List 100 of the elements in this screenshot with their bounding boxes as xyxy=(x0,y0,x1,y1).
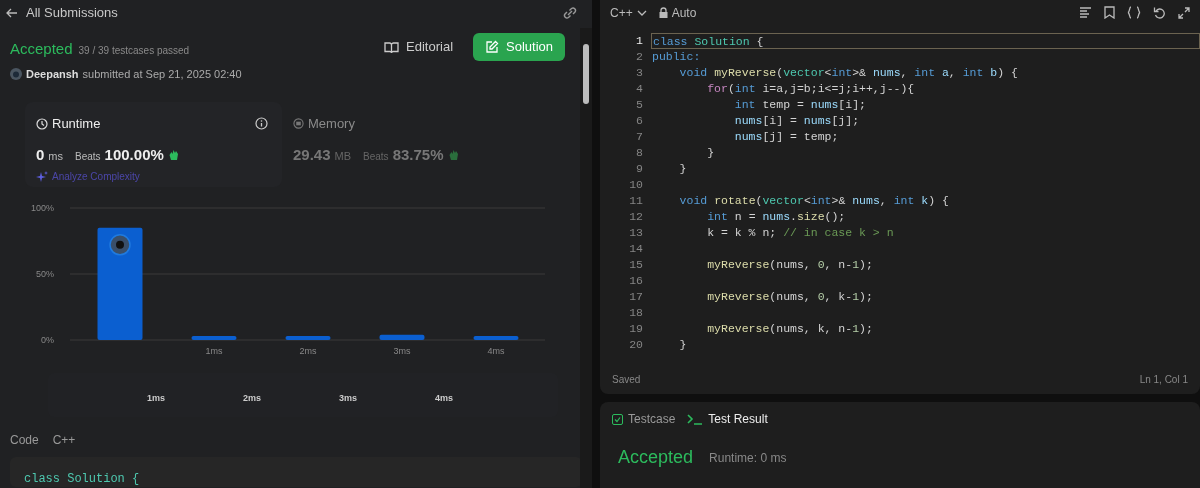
beats-percent: 83.75% xyxy=(392,144,444,165)
line-number: 12 xyxy=(628,209,644,226)
code-line: int temp = nums[i]; xyxy=(733,97,867,113)
line-number: 4 xyxy=(635,81,644,98)
line-number: 9 xyxy=(635,161,644,178)
testcases-text: 39 / 39 testcases passed xyxy=(78,44,190,58)
undo-icon[interactable] xyxy=(1153,6,1166,19)
code-line: for(int i=a,j=b;i<=j;i++,j--){ xyxy=(706,81,916,97)
code-line: k = k % n; // in case k > n xyxy=(706,225,895,241)
axis-label: 100% xyxy=(30,203,54,213)
book-icon xyxy=(384,40,400,54)
beats-label: Beats xyxy=(75,149,101,164)
axis-label: 50% xyxy=(36,269,54,279)
clock-icon xyxy=(36,117,48,130)
result-tab[interactable]: Testcase xyxy=(612,410,676,428)
stat-title: Runtime xyxy=(52,115,101,133)
chevron-down-icon xyxy=(636,9,647,16)
line-number: 18 xyxy=(628,305,644,322)
line-number: 17 xyxy=(628,289,644,306)
username[interactable]: Deepansh xyxy=(26,65,79,82)
edit-icon xyxy=(485,40,499,54)
clap-icon xyxy=(447,148,460,161)
code-line: } xyxy=(678,337,688,353)
sparkle-icon xyxy=(36,170,48,183)
range-label: 4ms xyxy=(435,392,453,405)
line-number: 13 xyxy=(628,225,644,242)
beats-percent: 100.00% xyxy=(104,144,164,165)
code-line: void myReverse(vector<int>& nums, int a, int b) { xyxy=(678,65,1019,81)
braces-icon[interactable] xyxy=(1127,6,1141,19)
status-text: Accepted xyxy=(10,39,73,59)
chart-bar xyxy=(285,336,331,340)
chart-bar xyxy=(191,336,237,340)
line-number: 15 xyxy=(628,257,644,274)
terminal-icon xyxy=(687,413,704,425)
axis-label: 0% xyxy=(41,335,54,345)
chart-bar xyxy=(473,336,519,340)
editorial-button[interactable]: Editorial xyxy=(372,33,465,61)
format-icon[interactable] xyxy=(1079,6,1092,19)
line-number: 8 xyxy=(635,145,644,162)
expand-icon[interactable] xyxy=(1178,6,1190,19)
stat-unit: MB xyxy=(334,148,352,164)
axis-label: 4ms xyxy=(487,346,505,356)
line-number: 1 xyxy=(635,33,644,50)
line-number: 10 xyxy=(628,177,644,194)
lock-icon xyxy=(658,7,668,18)
scrollbar[interactable] xyxy=(580,28,592,488)
save-status: Saved xyxy=(612,372,641,387)
avatar-marker xyxy=(109,234,131,256)
axis-label: 3ms xyxy=(393,346,411,356)
code-line: nums[i] = nums[j]; xyxy=(733,113,861,129)
axis-label: 1ms xyxy=(205,346,223,356)
code-line: } xyxy=(678,161,688,177)
code-line: myReverse(nums, 0, k-1); xyxy=(706,289,874,305)
result-status: Accepted xyxy=(618,446,694,469)
stat-tab[interactable]: Memory 29.43 MB Beats 83.75% xyxy=(282,102,512,187)
checkbox-icon xyxy=(612,413,623,425)
chart-bar xyxy=(379,334,425,340)
code-line: myReverse(nums, 0, n-1); xyxy=(706,257,874,273)
line-number: 14 xyxy=(628,241,644,258)
link-icon[interactable] xyxy=(562,5,578,20)
bookmark-icon[interactable] xyxy=(1104,6,1115,19)
code-line: public: xyxy=(651,49,702,65)
line-number: 3 xyxy=(635,65,644,82)
info-icon[interactable] xyxy=(255,117,268,131)
memory-icon xyxy=(293,118,304,130)
line-number: 20 xyxy=(628,337,644,354)
stat-title: Memory xyxy=(308,115,355,133)
code-line: int n = nums.size(); xyxy=(706,209,847,225)
mode-label: Auto xyxy=(671,4,697,22)
result-tab[interactable]: Test Result xyxy=(687,410,768,428)
language-dropdown[interactable]: C++ xyxy=(610,3,647,22)
code-line: void rotate(vector<int>& nums, int k) { xyxy=(678,193,950,209)
line-number: 5 xyxy=(635,97,644,114)
line-number: 6 xyxy=(635,113,644,130)
stat-value: 29.43 xyxy=(293,144,331,165)
line-number: 2 xyxy=(635,49,644,66)
axis-label: 2ms xyxy=(299,346,317,356)
back-arrow-icon[interactable] xyxy=(6,6,18,19)
code-line: class Solution { xyxy=(24,472,140,486)
line-number: 11 xyxy=(628,193,644,210)
runtime-text: Runtime: 0 ms xyxy=(709,449,787,467)
code-line: nums[j] = temp; xyxy=(733,129,840,145)
code-line: } xyxy=(706,145,716,161)
line-number: 19 xyxy=(628,321,644,338)
back-link[interactable]: All Submissions xyxy=(26,2,118,23)
stat-unit: ms xyxy=(48,148,63,164)
line-number: 16 xyxy=(628,273,644,290)
code-line: myReverse(nums, k, n-1); xyxy=(706,321,874,337)
line-number: 7 xyxy=(635,129,644,146)
range-label: 2ms xyxy=(243,392,261,405)
stat-value: 0 xyxy=(36,144,45,165)
submitted-text: submitted at Sep 21, 2025 02:40 xyxy=(82,66,242,82)
language-label: C++ xyxy=(52,432,76,449)
clap-icon xyxy=(167,148,180,161)
beats-label: Beats xyxy=(363,149,389,164)
avatar-icon xyxy=(10,67,22,80)
cursor-position: Ln 1, Col 1 xyxy=(1139,372,1188,387)
code-label: Code xyxy=(10,432,39,449)
range-label: 1ms xyxy=(147,392,165,405)
range-label: 3ms xyxy=(339,392,357,405)
